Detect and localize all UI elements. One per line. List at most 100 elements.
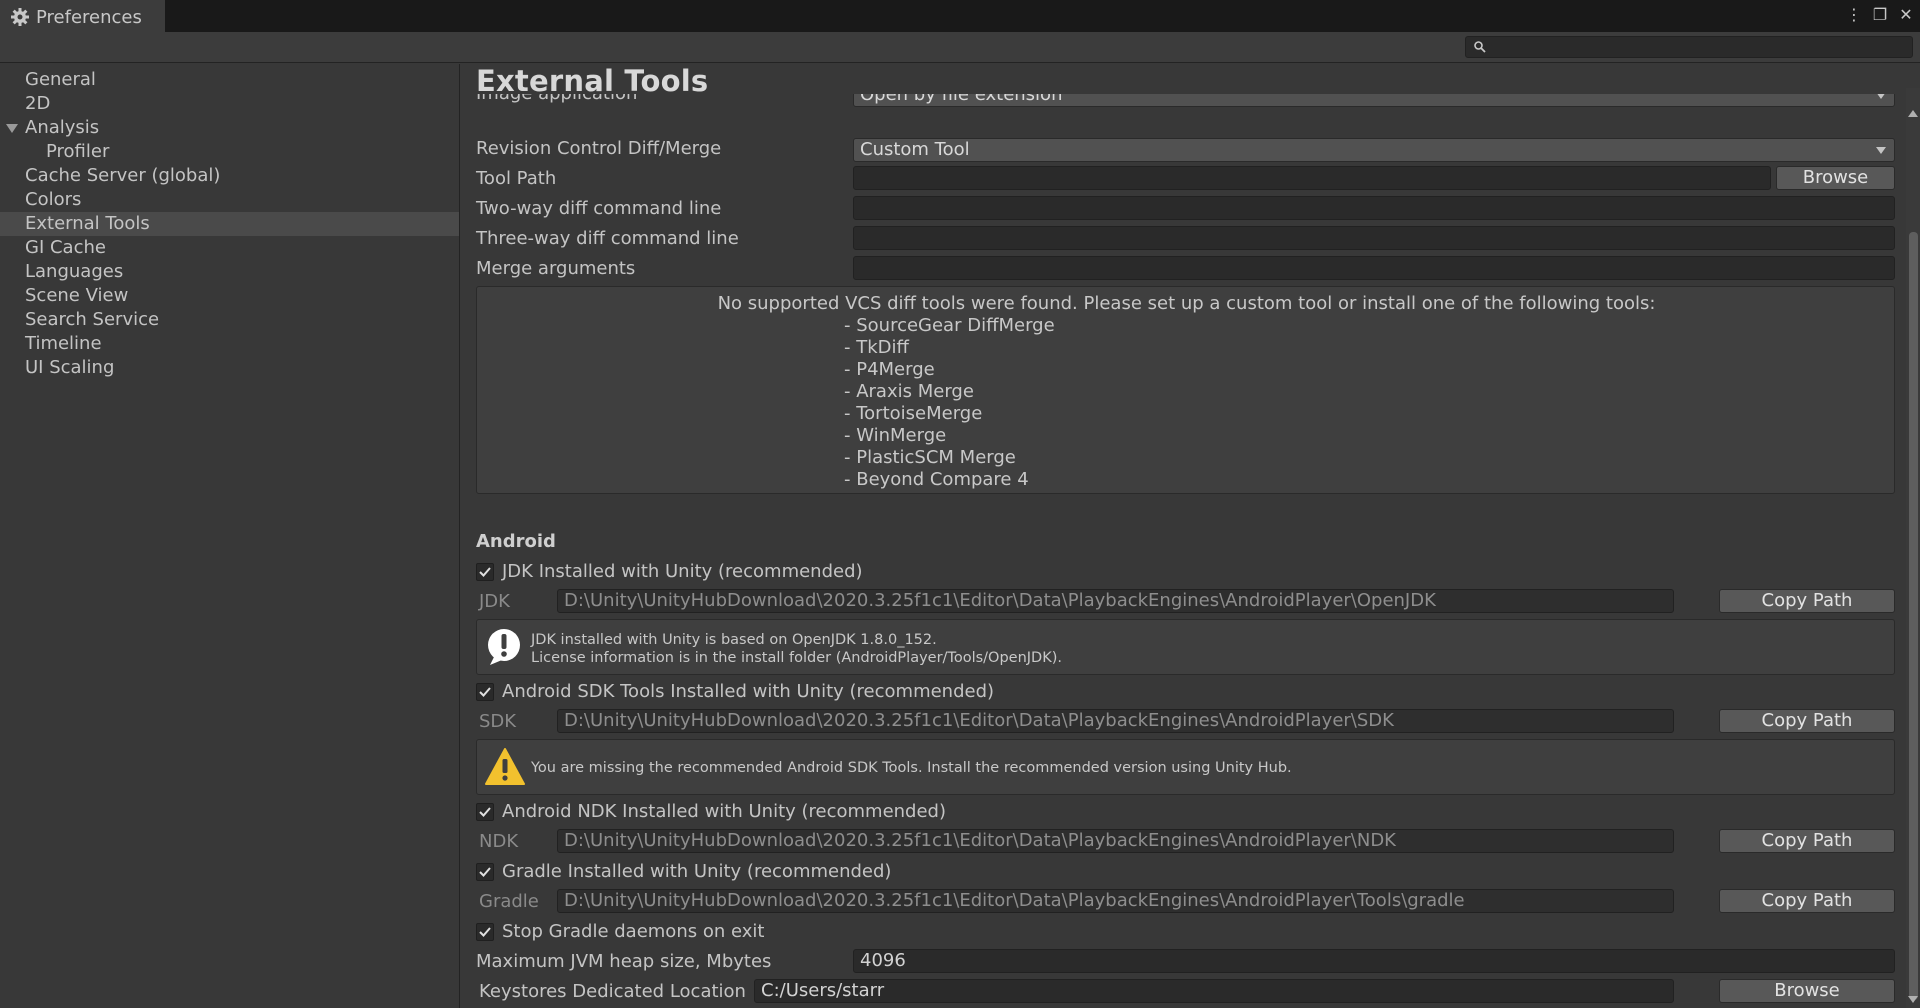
sidebar-item-label: 2D <box>25 93 51 114</box>
close-icon[interactable]: ✕ <box>1898 4 1914 24</box>
dropdown-value: Open by file extension <box>860 94 1063 105</box>
jdk-label: JDK <box>479 591 510 612</box>
sidebar-item-label: Profiler <box>46 141 110 162</box>
scroll-up-icon[interactable] <box>1908 110 1918 117</box>
jdk-info-line1: JDK installed with Unity is based on Ope… <box>531 632 937 648</box>
jdk-copy-path-button[interactable]: Copy Path <box>1719 589 1895 613</box>
vcs-tool-item: - TortoiseMerge <box>844 403 983 424</box>
ndk-installed-label: Android NDK Installed with Unity (recomm… <box>502 801 947 822</box>
tool-path-field[interactable] <box>853 166 1771 190</box>
main-panel: Image application Open by file extension… <box>461 64 1920 1008</box>
more-options-icon[interactable]: ⋮ <box>1846 4 1862 24</box>
ndk-installed-checkbox[interactable] <box>476 803 494 821</box>
sidebar-item-label: Timeline <box>25 333 102 354</box>
chevron-down-icon <box>1876 94 1886 99</box>
sidebar-item-external-tools[interactable]: External Tools <box>0 212 459 236</box>
vcs-tool-item: - WinMerge <box>844 425 947 446</box>
tab-title: Preferences <box>36 6 142 28</box>
sidebar-item-ui-scaling[interactable]: UI Scaling <box>0 356 459 380</box>
three-way-diff-field[interactable] <box>853 226 1895 250</box>
checkmark-icon <box>479 807 491 817</box>
ndk-label: NDK <box>479 831 519 852</box>
sidebar-item-languages[interactable]: Languages <box>0 260 459 284</box>
sidebar-item-label: Scene View <box>25 285 129 306</box>
gradle-installed-checkbox[interactable] <box>476 863 494 881</box>
gradle-path-field: D:\Unity\UnityHubDownload\2020.3.25f1c1\… <box>557 889 1674 913</box>
vcs-help-header: No supported VCS diff tools were found. … <box>717 293 1656 314</box>
ndk-path-field: D:\Unity\UnityHubDownload\2020.3.25f1c1\… <box>557 829 1674 853</box>
sdk-installed-label: Android SDK Tools Installed with Unity (… <box>502 681 995 702</box>
sdk-label: SDK <box>479 711 517 732</box>
sdk-warning-text: You are missing the recommended Android … <box>531 760 1292 776</box>
sidebar-item-general[interactable]: General <box>0 68 459 92</box>
sidebar-item-scene-view[interactable]: Scene View <box>0 284 459 308</box>
tool-path-browse-button[interactable]: Browse <box>1776 166 1895 190</box>
jdk-info-box: JDK installed with Unity is based on Ope… <box>476 619 1895 675</box>
jdk-installed-checkbox[interactable] <box>476 563 494 581</box>
two-way-diff-field[interactable] <box>853 196 1895 220</box>
sidebar-item-label: UI Scaling <box>25 357 115 378</box>
tool-path-label: Tool Path <box>476 168 557 189</box>
keystores-label: Keystores Dedicated Location <box>479 981 746 1002</box>
sidebar-item-label: GI Cache <box>25 237 106 258</box>
merge-arguments-field[interactable] <box>853 256 1895 280</box>
sidebar-item-label: Cache Server (global) <box>25 165 221 186</box>
jvm-heap-field[interactable]: 4096 <box>853 949 1895 973</box>
keystores-browse-button[interactable]: Browse <box>1719 979 1895 1003</box>
jvm-heap-label: Maximum JVM heap size, Mbytes <box>476 951 772 972</box>
sidebar-item-label: External Tools <box>25 213 150 234</box>
info-icon <box>488 629 520 665</box>
maximize-icon[interactable]: ❐ <box>1872 4 1888 24</box>
sidebar: General 2D Analysis Profiler Cache Serve… <box>0 64 460 1008</box>
chevron-down-icon <box>1876 147 1886 154</box>
vcs-tool-item: - TkDiff <box>844 337 909 358</box>
stop-gradle-checkbox[interactable] <box>476 923 494 941</box>
scroll-down-icon[interactable] <box>1908 996 1918 1003</box>
dropdown-value: Custom Tool <box>860 139 970 160</box>
expand-triangle-icon[interactable] <box>6 124 18 133</box>
sidebar-item-label: Colors <box>25 189 82 210</box>
jdk-path-field: D:\Unity\UnityHubDownload\2020.3.25f1c1\… <box>557 589 1674 613</box>
sidebar-item-2d[interactable]: 2D <box>0 92 459 116</box>
vcs-tool-item: - Araxis Merge <box>844 381 974 402</box>
page-title: External Tools <box>476 64 709 98</box>
sidebar-item-label: General <box>25 69 96 90</box>
jdk-info-line2: License information is in the install fo… <box>531 650 1062 666</box>
sdk-copy-path-button[interactable]: Copy Path <box>1719 709 1895 733</box>
checkmark-icon <box>479 687 491 697</box>
sidebar-item-timeline[interactable]: Timeline <box>0 332 459 356</box>
sidebar-item-analysis[interactable]: Analysis <box>0 116 459 140</box>
search-input[interactable] <box>1465 36 1913 58</box>
preferences-tab[interactable]: Preferences <box>0 0 165 32</box>
vcs-tool-item: - PlasticSCM Merge <box>844 447 1016 468</box>
gear-icon <box>11 8 29 26</box>
search-icon <box>1474 41 1486 53</box>
ndk-copy-path-button[interactable]: Copy Path <box>1719 829 1895 853</box>
three-way-diff-label: Three-way diff command line <box>476 228 739 249</box>
sidebar-item-profiler[interactable]: Profiler <box>0 140 459 164</box>
title-bar: Preferences ⋮ ❐ ✕ <box>0 0 1920 32</box>
vcs-tool-item: - P4Merge <box>844 359 935 380</box>
sidebar-item-label: Analysis <box>25 117 100 138</box>
sdk-installed-checkbox[interactable] <box>476 683 494 701</box>
keystores-field[interactable]: C:/Users/starr <box>754 979 1674 1003</box>
checkmark-icon <box>479 567 491 577</box>
checkmark-icon <box>479 927 491 937</box>
sidebar-item-search-service[interactable]: Search Service <box>0 308 459 332</box>
revision-control-label: Revision Control Diff/Merge <box>476 138 722 159</box>
checkmark-icon <box>479 867 491 877</box>
gradle-label: Gradle <box>479 891 539 912</box>
android-section-header: Android <box>476 531 556 552</box>
warning-icon <box>485 748 525 785</box>
sidebar-item-cache-server[interactable]: Cache Server (global) <box>0 164 459 188</box>
gradle-copy-path-button[interactable]: Copy Path <box>1719 889 1895 913</box>
sidebar-item-gi-cache[interactable]: GI Cache <box>0 236 459 260</box>
sdk-warning-box: You are missing the recommended Android … <box>476 739 1895 795</box>
image-application-dropdown[interactable]: Open by file extension <box>853 94 1895 107</box>
scrollbar-thumb[interactable] <box>1909 232 1918 1000</box>
vcs-tool-item: - SourceGear DiffMerge <box>844 315 1055 336</box>
stop-gradle-label: Stop Gradle daemons on exit <box>502 921 765 942</box>
revision-control-dropdown[interactable]: Custom Tool <box>853 138 1895 162</box>
sidebar-item-colors[interactable]: Colors <box>0 188 459 212</box>
vcs-help-box: No supported VCS diff tools were found. … <box>476 286 1895 494</box>
